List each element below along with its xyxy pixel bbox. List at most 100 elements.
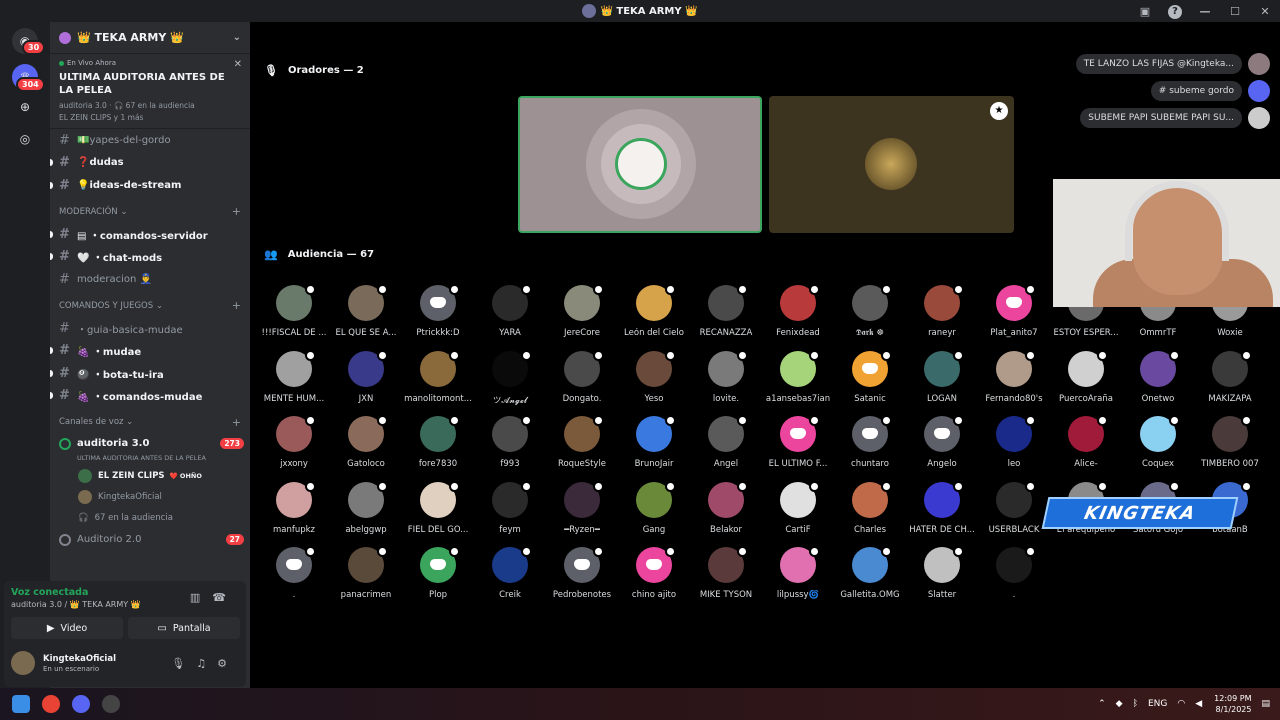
audience-member[interactable]: lovite.: [690, 349, 762, 417]
soundboard-icon[interactable]: ▥: [190, 591, 212, 604]
audience-member[interactable]: FIEL DEL GO...: [402, 480, 474, 548]
speaker-tile[interactable]: [518, 96, 762, 233]
audience-member[interactable]: Satanic: [834, 349, 906, 417]
audience-member[interactable]: León del Cielo: [618, 284, 690, 351]
audience-member[interactable]: Coquex: [1122, 415, 1194, 482]
notification-icon[interactable]: ▤: [1261, 699, 1270, 709]
plus-icon[interactable]: ⊕: [12, 94, 38, 120]
language-indicator[interactable]: ENG: [1148, 699, 1167, 709]
audience-member[interactable]: YARA: [474, 284, 546, 351]
help-icon[interactable]: ?: [1160, 4, 1190, 19]
channel-item[interactable]: # 🍇 ・mudae: [50, 340, 250, 363]
voice-user[interactable]: KingtekaOficial: [50, 487, 250, 508]
audience-member[interactable]: .: [978, 546, 1050, 613]
add-channel-icon[interactable]: +: [232, 299, 241, 312]
live-event-card[interactable]: En Vivo Ahora ULTIMA AUDITORIA ANTES DE …: [50, 54, 250, 129]
audience-member[interactable]: abelggwp: [330, 480, 402, 548]
channel-item[interactable]: # ▤ ・comandos-servidor: [50, 223, 250, 246]
chat-bubble[interactable]: # subeme gordo: [1150, 81, 1242, 101]
audience-member[interactable]: .: [258, 546, 330, 613]
audience-member[interactable]: MIKE TYSON: [690, 546, 762, 613]
audience-member[interactable]: Fenixdead: [762, 284, 834, 351]
bluetooth-icon[interactable]: ᛒ: [1133, 699, 1138, 709]
voice-channel-auditoria[interactable]: auditoria 3.0 273: [50, 434, 250, 454]
inbox-icon[interactable]: ▣: [1130, 5, 1160, 18]
audience-member[interactable]: Plop: [402, 546, 474, 613]
screen-share-button[interactable]: ▭ Pantalla: [128, 617, 240, 639]
audience-member[interactable]: RoqueStyle: [546, 415, 618, 482]
channel-item[interactable]: # 💡ideas-de-stream: [50, 174, 250, 197]
clock[interactable]: 12:09 PM 8/1/2025: [1214, 693, 1251, 715]
audience-member[interactable]: ツ𝓐𝓷𝓰𝓮𝓵: [474, 349, 546, 417]
audience-member[interactable]: TIMBERO 007: [1194, 415, 1266, 482]
app-icon[interactable]: [102, 695, 120, 713]
audience-member[interactable]: JereCore: [546, 284, 618, 351]
audience-member[interactable]: HATER DE CH...: [906, 480, 978, 548]
audience-member[interactable]: Angelo: [906, 415, 978, 482]
add-channel-icon[interactable]: +: [232, 416, 241, 429]
channel-item[interactable]: # 🍇 ・comandos-mudae: [50, 385, 250, 408]
audience-member[interactable]: MENTE HUM...: [258, 349, 330, 417]
audience-member[interactable]: Pedrobenotes: [546, 546, 618, 613]
minimize-button[interactable]: —: [1190, 5, 1220, 18]
audience-member[interactable]: chino ajito: [618, 546, 690, 613]
audience-member[interactable]: 𝕯𝖆𝖗𝖐 ☸: [834, 284, 906, 351]
channel-item[interactable]: # ❓dudas: [50, 152, 250, 175]
audience-member[interactable]: Gang: [618, 480, 690, 548]
chat-bubble[interactable]: TE LANZO LAS FIJAS @Kingteka...: [1075, 54, 1242, 74]
close-window-button[interactable]: ✕: [1250, 5, 1280, 18]
chat-bubble[interactable]: SUBEME PAPI SUBEME PAPI SU...: [1080, 108, 1242, 128]
audience-member[interactable]: CartiF: [762, 480, 834, 548]
tray-icon[interactable]: ◆: [1116, 699, 1123, 709]
channel-item[interactable]: # moderacion 👮‍♂️: [50, 268, 250, 291]
category-moderacion[interactable]: MODERACIÓN ⌄ +: [50, 201, 250, 224]
category-comandos[interactable]: COMANDOS Y JUEGOS ⌄ +: [50, 295, 250, 318]
audience-member[interactable]: Angel: [690, 415, 762, 482]
chevron-down-icon[interactable]: ⌄: [233, 32, 241, 43]
channel-item[interactable]: # 💵yapes-del-gordo: [50, 129, 250, 152]
category-voice[interactable]: Canales de voz ⌄ +: [50, 411, 250, 434]
audience-member[interactable]: Gatoloco: [330, 415, 402, 482]
speaker-tile[interactable]: ★: [769, 96, 1014, 233]
voice-user[interactable]: EL ZEIN CLIPS ❤️ OHÑO: [50, 466, 250, 487]
audience-member[interactable]: Yeso: [618, 349, 690, 417]
chevron-up-icon[interactable]: ⌃: [1098, 699, 1106, 709]
audience-member[interactable]: jxxony: [258, 415, 330, 482]
audience-member[interactable]: feym: [474, 480, 546, 548]
audience-member[interactable]: Alice-: [1050, 415, 1122, 482]
gear-icon[interactable]: ⚙: [217, 657, 238, 670]
audience-member[interactable]: USERBLACK: [978, 480, 1050, 548]
channel-item[interactable]: # 🎱 ・bota-tu-ira: [50, 362, 250, 385]
compass-icon[interactable]: ◎: [12, 126, 38, 152]
audience-member[interactable]: Slatter: [906, 546, 978, 613]
video-button[interactable]: ▶ Video: [11, 617, 123, 639]
audience-member[interactable]: RECANAZZA: [690, 284, 762, 351]
audience-member[interactable]: fore7830: [402, 415, 474, 482]
audience-member[interactable]: MAKIZAPA: [1194, 349, 1266, 417]
mic-icon[interactable]: 🎙: [171, 657, 196, 670]
audience-member[interactable]: EL QUE SE A...: [330, 284, 402, 351]
audience-member[interactable]: Dongato.: [546, 349, 618, 417]
discord-icon[interactable]: [72, 695, 90, 713]
server-header[interactable]: 👑 TEKA ARMY 👑 ⌄: [50, 22, 250, 54]
audience-member[interactable]: manolitomont...: [402, 349, 474, 417]
audience-member[interactable]: LOGAN: [906, 349, 978, 417]
wifi-icon[interactable]: ◠: [1177, 699, 1185, 709]
headphones-icon[interactable]: ♫: [196, 657, 217, 670]
audience-member[interactable]: EL ÚLTIMO F...: [762, 415, 834, 482]
audience-member[interactable]: Plat_anito7: [978, 284, 1050, 351]
audience-member[interactable]: BrunoJair: [618, 415, 690, 482]
channel-item[interactable]: # ・guia-basica-mudae: [50, 317, 250, 340]
audience-member[interactable]: Galletita.OMG: [834, 546, 906, 613]
audience-member[interactable]: chuntaro: [834, 415, 906, 482]
audience-member[interactable]: Belakor: [690, 480, 762, 548]
audience-member[interactable]: Creik: [474, 546, 546, 613]
voice-channel-auditorio2[interactable]: Auditorio 2.0 27: [50, 529, 250, 551]
audience-member[interactable]: Ptrickkk:D: [402, 284, 474, 351]
audience-member[interactable]: raneyr: [906, 284, 978, 351]
audience-member[interactable]: ━Ryzen━: [546, 480, 618, 548]
chrome-icon[interactable]: [42, 695, 60, 713]
audience-member[interactable]: f993: [474, 415, 546, 482]
user-area[interactable]: KingtekaOficial En un escenario: [11, 651, 116, 675]
volume-icon[interactable]: ◀: [1195, 699, 1202, 709]
